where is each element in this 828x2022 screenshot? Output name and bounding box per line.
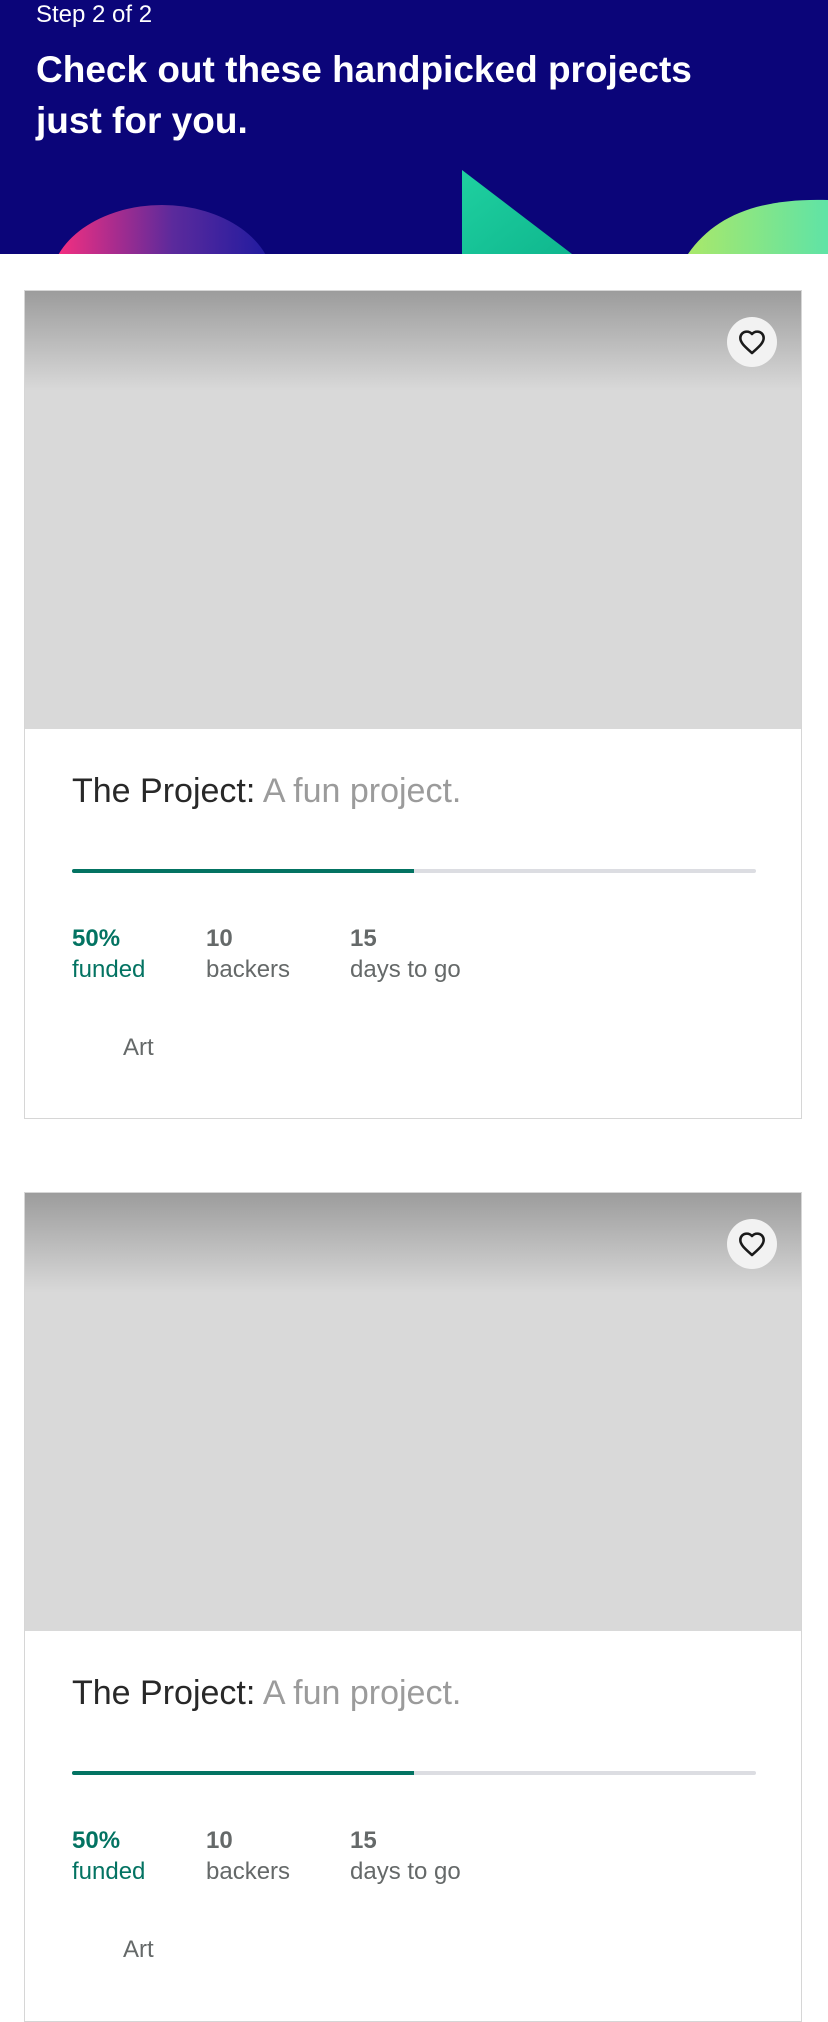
backers-value: 10 bbox=[206, 925, 233, 952]
funding-progress-fill bbox=[72, 1771, 414, 1775]
project-title[interactable]: The Project: A fun project. bbox=[72, 1671, 461, 1715]
project-image[interactable] bbox=[25, 1193, 801, 1631]
project-category[interactable]: Art bbox=[123, 1032, 154, 1063]
project-card[interactable]: The Project: A fun project. 50% funded 1… bbox=[24, 290, 802, 1119]
project-stats: 50% funded 10 backers 15 days to go bbox=[72, 923, 461, 985]
project-name: The Project: bbox=[72, 1674, 256, 1712]
heart-icon bbox=[739, 1232, 765, 1257]
stat-funded: 50% funded bbox=[72, 923, 206, 985]
days-value: 15 bbox=[350, 1827, 377, 1854]
days-label: days to go bbox=[350, 956, 461, 983]
stat-backers: 10 backers bbox=[206, 1825, 350, 1887]
project-image[interactable] bbox=[25, 291, 801, 729]
days-label: days to go bbox=[350, 1858, 461, 1885]
page-headline: Check out these handpicked projects just… bbox=[36, 49, 692, 141]
step-indicator: Step 2 of 2 bbox=[36, 1, 153, 28]
funding-progress-bar bbox=[72, 869, 756, 873]
project-stats: 50% funded 10 backers 15 days to go bbox=[72, 1825, 461, 1887]
funding-progress-fill bbox=[72, 869, 414, 873]
backers-value: 10 bbox=[206, 1827, 233, 1854]
funding-progress-bar bbox=[72, 1771, 756, 1775]
project-category[interactable]: Art bbox=[123, 1934, 154, 1965]
project-blurb: A fun project. bbox=[262, 772, 462, 810]
project-card[interactable]: The Project: A fun project. 50% funded 1… bbox=[24, 1192, 802, 2022]
stat-days-to-go: 15 days to go bbox=[350, 1825, 461, 1887]
project-name: The Project: bbox=[72, 772, 256, 810]
funded-label: funded bbox=[72, 1858, 146, 1885]
funded-value: 50% bbox=[72, 925, 121, 952]
stat-funded: 50% funded bbox=[72, 1825, 206, 1887]
onboarding-header: Step 2 of 2 Check out these handpicked p… bbox=[0, 0, 828, 254]
funded-value: 50% bbox=[72, 1827, 121, 1854]
project-title[interactable]: The Project: A fun project. bbox=[72, 769, 461, 813]
save-project-button[interactable] bbox=[727, 317, 777, 367]
save-project-button[interactable] bbox=[727, 1219, 777, 1269]
backers-label: backers bbox=[206, 1858, 291, 1885]
backers-label: backers bbox=[206, 956, 291, 983]
funded-label: funded bbox=[72, 956, 146, 983]
project-blurb: A fun project. bbox=[262, 1674, 462, 1712]
stat-days-to-go: 15 days to go bbox=[350, 923, 461, 985]
days-value: 15 bbox=[350, 925, 377, 952]
heart-icon bbox=[739, 330, 765, 355]
stat-backers: 10 backers bbox=[206, 923, 350, 985]
